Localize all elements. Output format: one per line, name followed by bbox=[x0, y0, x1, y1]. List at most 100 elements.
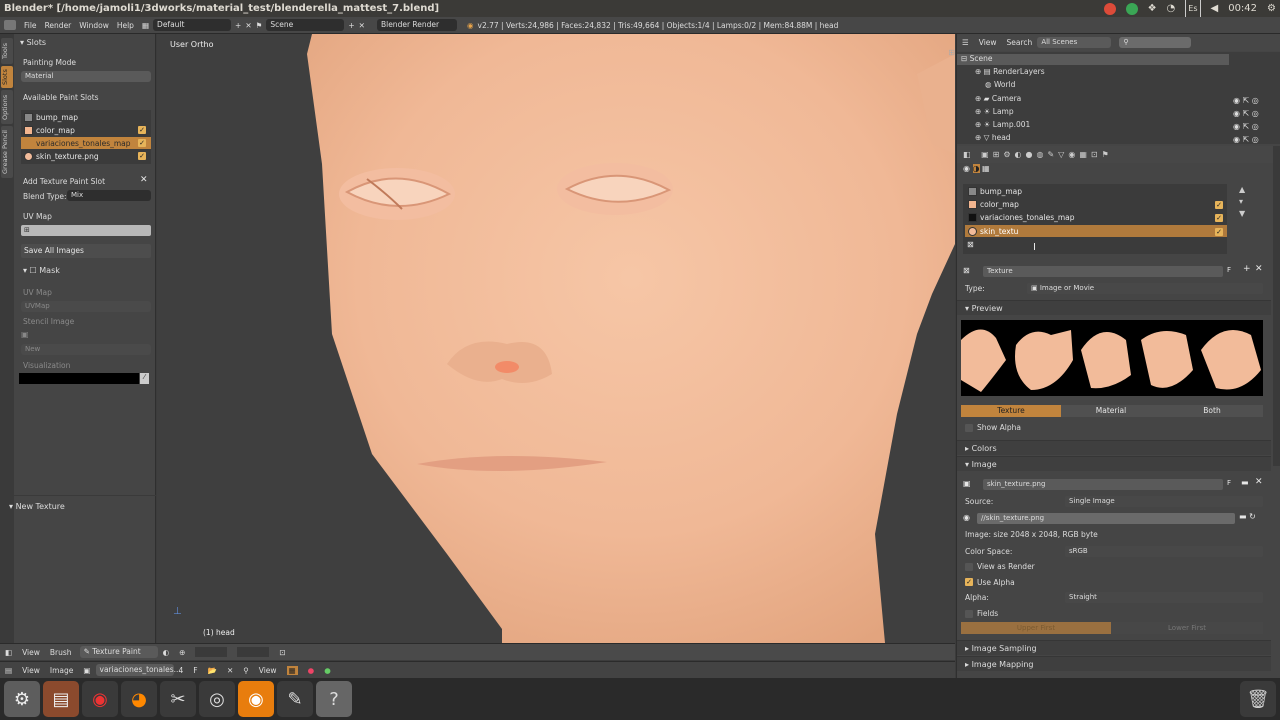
slot-checkbox[interactable]: ✓ bbox=[1215, 201, 1223, 209]
3d-viewport[interactable]: User Ortho (1) head ⊥ ⊞ bbox=[157, 34, 955, 643]
blend-type-select[interactable]: Mix bbox=[67, 190, 151, 201]
menu-view[interactable]: View bbox=[22, 666, 40, 675]
eye-icon[interactable]: ◉ bbox=[963, 513, 970, 522]
outliner-tree[interactable]: ⊟ Scene ⊕ ▤ RenderLayers ◍ World ⊕ ▰ Cam… bbox=[957, 52, 1280, 144]
slot-color-map[interactable]: color_map bbox=[21, 124, 151, 136]
display-mode-select[interactable]: All Scenes bbox=[1037, 37, 1112, 48]
outliner-item-lamp001[interactable]: ⊕ ☀ Lamp.001 bbox=[975, 120, 1030, 129]
add-layout-icon[interactable]: + bbox=[235, 21, 241, 30]
preview-tab-texture[interactable]: Texture bbox=[961, 405, 1061, 417]
fields-checkbox[interactable] bbox=[965, 610, 973, 618]
scene-icon[interactable]: ⚑ bbox=[256, 21, 263, 30]
pin-icon[interactable]: ⚲ bbox=[243, 666, 249, 675]
add-scene-icon[interactable]: + bbox=[348, 21, 354, 30]
image-sampling-panel-header[interactable]: ▸ Image Sampling bbox=[957, 640, 1271, 655]
lower-first-button[interactable]: Lower First bbox=[1111, 622, 1263, 634]
menu-render[interactable]: Render bbox=[45, 21, 72, 30]
editor-type-icon[interactable]: ◧ bbox=[5, 648, 12, 657]
map-tray-icon[interactable] bbox=[1125, 2, 1138, 15]
mask-uvmap-select[interactable]: UVMap bbox=[21, 301, 151, 312]
painting-mode-select[interactable]: Material bbox=[21, 71, 151, 82]
uv-map-field[interactable]: ⊞ bbox=[21, 225, 151, 236]
open-image-icon[interactable]: ▬ bbox=[1241, 478, 1249, 487]
paint-mode-icon[interactable]: ▦ bbox=[286, 665, 298, 675]
menu-view[interactable]: View bbox=[979, 38, 997, 47]
image-name-field[interactable]: variaciones_tonales... bbox=[95, 664, 181, 676]
render-engine-select[interactable]: Blender Render bbox=[376, 19, 457, 31]
upper-first-button[interactable]: Upper First bbox=[961, 622, 1111, 634]
preview-tab-material[interactable]: Material bbox=[1061, 405, 1161, 417]
remove-texture-icon[interactable]: ✕ bbox=[1255, 264, 1263, 274]
trash-icon[interactable]: 🗑 bbox=[1240, 681, 1276, 717]
close-icon[interactable]: ✕ bbox=[140, 175, 148, 185]
outliner-item-world[interactable]: ◍ World bbox=[985, 80, 1015, 89]
mode-select[interactable]: ✎ Texture Paint bbox=[79, 646, 158, 658]
view-select[interactable]: View bbox=[259, 666, 277, 675]
texture-fake-user[interactable]: F bbox=[1227, 266, 1231, 274]
editor-type-icon[interactable] bbox=[4, 20, 16, 30]
slot-checkbox[interactable]: ✓ bbox=[138, 126, 146, 134]
texture-slot-variaciones[interactable]: variaciones_tonales_map bbox=[965, 211, 1227, 223]
new-image-button[interactable]: New bbox=[21, 344, 151, 355]
tools-icon[interactable]: ✂ bbox=[160, 681, 196, 717]
source-select[interactable]: Single Image bbox=[1065, 496, 1263, 507]
tab-tools[interactable]: Tools bbox=[1, 38, 13, 64]
image-browse-icon[interactable]: ▣ bbox=[83, 666, 90, 675]
slot-variaciones-tonales-map[interactable]: variaciones_tonales_map bbox=[21, 137, 151, 149]
show-alpha-checkbox[interactable] bbox=[965, 424, 973, 432]
editor-type-icon[interactable]: ☰ bbox=[962, 38, 969, 47]
use-alpha-checkbox[interactable]: ✓ bbox=[965, 578, 973, 586]
blender-icon[interactable]: ◉ bbox=[238, 681, 274, 717]
remove-image-icon[interactable]: ✕ bbox=[1255, 477, 1263, 487]
preview-tab-both[interactable]: Both bbox=[1161, 405, 1263, 417]
unknown-app-icon[interactable]: ? bbox=[316, 681, 352, 717]
render-icon[interactable]: ⊡ bbox=[279, 648, 285, 657]
outliner-item-head[interactable]: ⊕ ▽ head bbox=[975, 133, 1011, 142]
tab-slots[interactable]: Slots bbox=[1, 66, 13, 88]
tab-options[interactable]: Options bbox=[1, 90, 13, 124]
menu-window[interactable]: Window bbox=[79, 21, 109, 30]
channel-icon[interactable]: ● bbox=[308, 666, 315, 675]
add-texture-icon[interactable]: + bbox=[1243, 264, 1251, 274]
remove-scene-icon[interactable]: ✕ bbox=[359, 21, 365, 30]
menu-search[interactable]: Search bbox=[1007, 38, 1033, 47]
gimp-icon[interactable]: ✎ bbox=[277, 681, 313, 717]
slot-skin-texture[interactable]: skin_texture.png bbox=[21, 150, 151, 162]
preview-panel-header[interactable]: ▾ Preview bbox=[957, 300, 1271, 315]
outliner-search-input[interactable]: ⚲ bbox=[1119, 37, 1192, 48]
keyboard-layout[interactable]: Es bbox=[1185, 0, 1201, 18]
colors-panel-header[interactable]: ▸ Colors bbox=[957, 440, 1271, 455]
texture-type-select[interactable]: ▣ Image or Movie bbox=[1027, 283, 1263, 294]
obs-icon[interactable]: ◎ bbox=[199, 681, 235, 717]
properties-context-tabs[interactable]: ◧ ▣⊞⚙◐●◍✎▽◉▦⊡⚑ bbox=[957, 146, 1280, 163]
slot-checkbox[interactable]: ✓ bbox=[1215, 228, 1223, 236]
layout-icon[interactable]: ▦ bbox=[142, 21, 149, 30]
slot-move-icons[interactable]: ▲ ▾ ▼ bbox=[1239, 184, 1245, 220]
outliner-item-scene[interactable]: ⊟ Scene bbox=[961, 54, 993, 63]
image-name-field[interactable]: skin_texture.png bbox=[983, 479, 1223, 490]
scene-field[interactable]: Scene bbox=[266, 19, 345, 31]
firefox-icon[interactable]: ◕ bbox=[121, 681, 157, 717]
unlink-icon[interactable]: ✕ bbox=[227, 666, 233, 675]
tab-grease-pencil[interactable]: Grease Pencil bbox=[1, 126, 13, 178]
dropbox-icon[interactable]: ❖ bbox=[1148, 0, 1157, 17]
texture-name-field[interactable]: Texture bbox=[983, 266, 1223, 277]
alpha-icon[interactable]: ● bbox=[324, 666, 331, 675]
texture-context-icons[interactable]: ◉ ◑ ▦ bbox=[963, 164, 990, 173]
layer-buttons[interactable] bbox=[195, 647, 228, 657]
texture-slot-skin[interactable]: skin_textu bbox=[965, 225, 1227, 237]
menu-help[interactable]: Help bbox=[117, 21, 134, 30]
fake-user-toggle[interactable]: F bbox=[193, 666, 197, 675]
slots-panel-title[interactable]: ▾ Slots bbox=[20, 38, 46, 47]
alpha-mode-select[interactable]: Straight bbox=[1065, 592, 1263, 603]
browse-file-icon[interactable]: ▬ ↻ bbox=[1239, 512, 1256, 521]
clock[interactable]: 00:42 bbox=[1228, 0, 1257, 17]
power-icon[interactable]: ⚙ bbox=[1267, 0, 1276, 17]
color-space-select[interactable]: sRGB bbox=[1065, 546, 1263, 557]
visualization-color[interactable] bbox=[19, 373, 139, 384]
view-as-render-checkbox[interactable] bbox=[965, 563, 973, 571]
properties-scrollbar[interactable] bbox=[1273, 146, 1280, 466]
open-image-icon[interactable]: 📂 bbox=[208, 666, 217, 675]
image-fake-user[interactable]: F bbox=[1227, 479, 1231, 487]
volume-icon[interactable]: ◀ bbox=[1211, 0, 1219, 17]
